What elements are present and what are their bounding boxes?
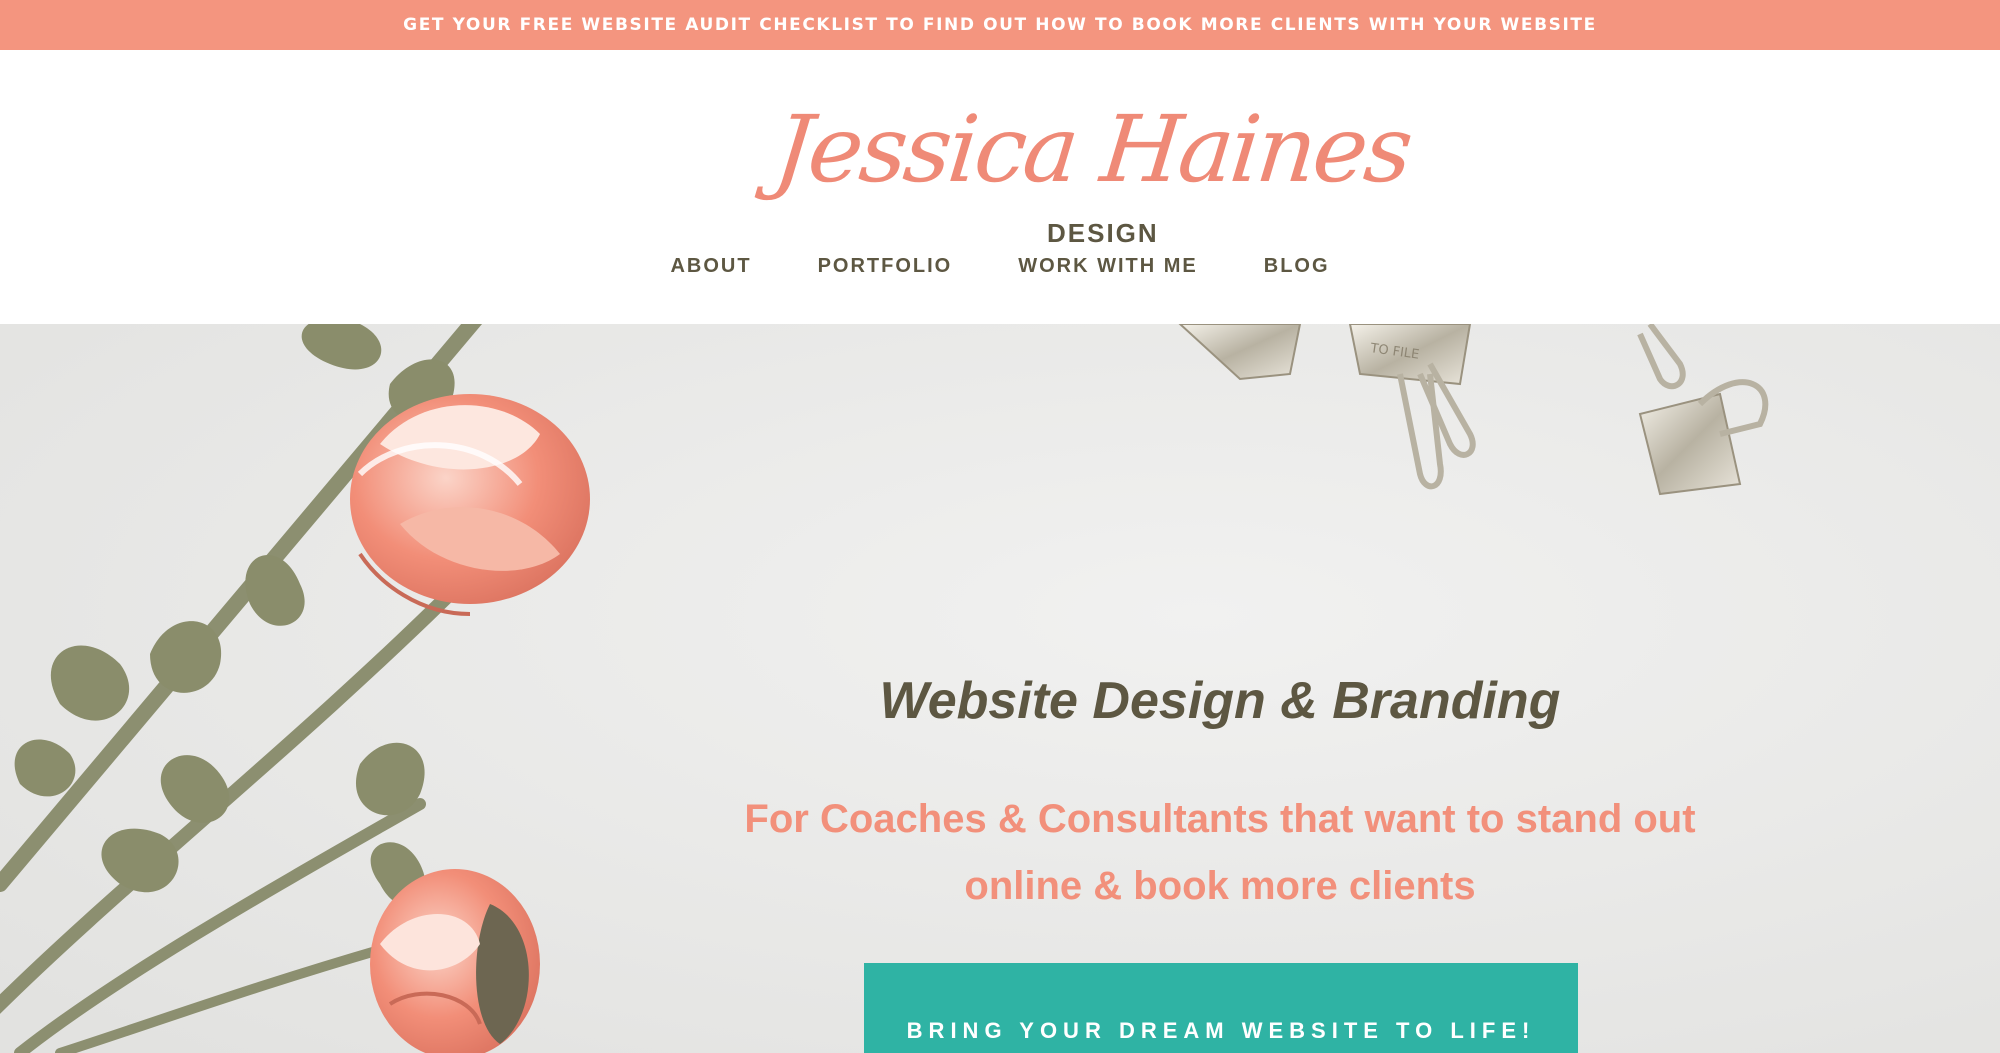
- nav-item-work-with-me[interactable]: WORK WITH ME: [985, 246, 1231, 286]
- hero-section: TO FILE Website Design & Branding For Co…: [0, 324, 2000, 1053]
- hero-subheading: For Coaches & Consultants that want to s…: [744, 797, 1696, 908]
- nav-item-portfolio[interactable]: PORTFOLIO: [785, 246, 986, 286]
- logo-script-text: Jessica Haines: [769, 96, 1415, 203]
- lower-flower: [370, 869, 540, 1053]
- announcement-bar: GET YOUR FREE WEBSITE AUDIT CHECKLIST TO…: [0, 0, 2000, 50]
- site-header: Jessica Haines DESIGN ABOUT PORTFOLIO WO…: [0, 50, 2000, 324]
- main-nav: ABOUT PORTFOLIO WORK WITH ME BLOG: [0, 246, 2000, 286]
- site-logo[interactable]: Jessica Haines DESIGN: [769, 90, 1414, 260]
- nav-item-about[interactable]: ABOUT: [637, 246, 784, 286]
- announcement-link[interactable]: GET YOUR FREE WEBSITE AUDIT CHECKLIST TO…: [403, 15, 1597, 35]
- cta-button[interactable]: BRING YOUR DREAM WEBSITE TO LIFE!: [864, 963, 1578, 1053]
- hero-heading: Website Design & Branding: [879, 672, 1561, 730]
- logo-sub-text: DESIGN: [1047, 218, 1159, 248]
- nav-item-blog[interactable]: BLOG: [1231, 246, 1363, 286]
